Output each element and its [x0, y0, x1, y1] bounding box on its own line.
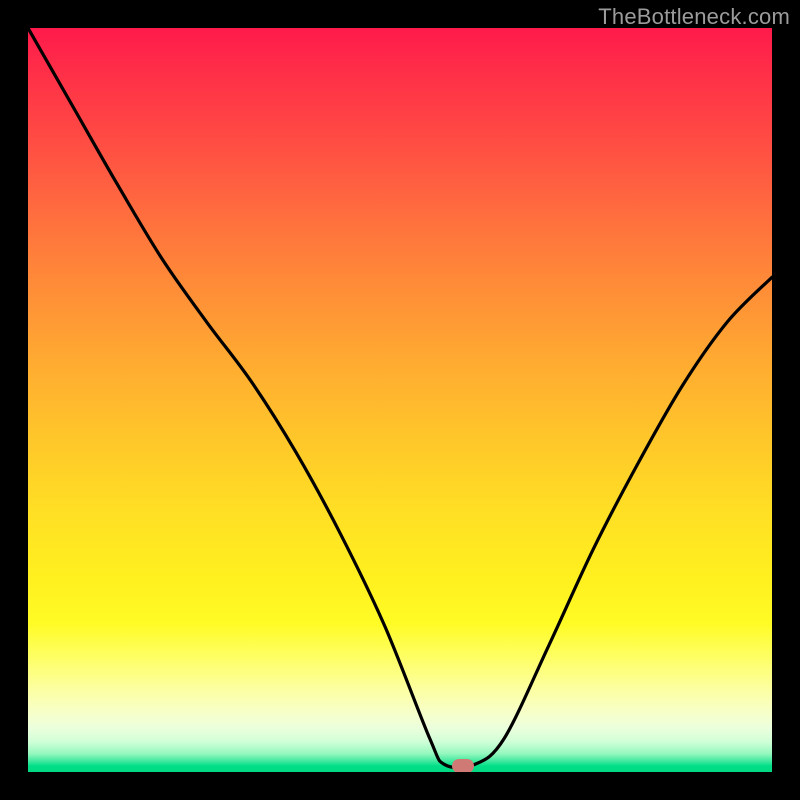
plot-area	[28, 28, 772, 772]
watermark-text: TheBottleneck.com	[598, 4, 790, 30]
bottleneck-curve	[28, 28, 772, 772]
optimal-point-marker	[452, 759, 474, 772]
chart-frame: TheBottleneck.com	[0, 0, 800, 800]
